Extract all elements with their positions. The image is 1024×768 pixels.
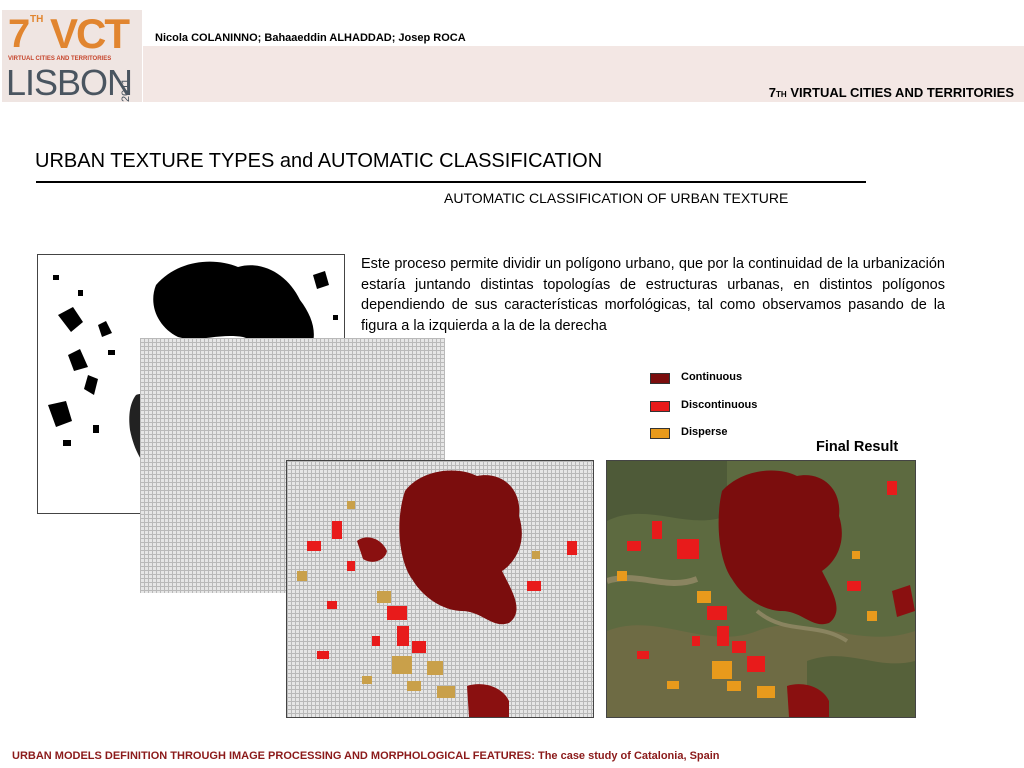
logo-number: 7 [8, 12, 30, 56]
title-divider [36, 181, 866, 183]
authors: Nicola COLANINNO; Bahaaeddin ALHADDAD; J… [155, 32, 466, 44]
conference-number: 7 [768, 85, 777, 100]
legend-label-discontinuous: Discontinuous [681, 399, 758, 411]
conference-name: 7TH VIRTUAL CITIES AND TERRITORIES [769, 85, 1014, 100]
final-result-label: Final Result [816, 439, 899, 455]
legend-label-continuous: Continuous [681, 371, 743, 383]
conference-logo: 7 TH VCT VIRTUAL CITIES AND TERRITORIES … [2, 10, 142, 103]
body-paragraph: Este proceso permite dividir un polígono… [361, 256, 945, 334]
conference-title: VIRTUAL CITIES AND TERRITORIES [790, 85, 1014, 100]
classified-texture-map [286, 460, 594, 718]
final-result-map-graphic [607, 461, 915, 717]
conference-ordinal: TH [776, 90, 787, 99]
logo-year: 2011 [120, 78, 132, 102]
classified-texture-map-graphic [297, 470, 577, 717]
legend-swatch-discontinuous [650, 401, 670, 412]
legend-swatch-disperse [650, 428, 670, 439]
legend-swatch-continuous [650, 373, 670, 384]
footer-title: URBAN MODELS DEFINITION THROUGH IMAGE PR… [12, 750, 720, 762]
final-result-map [606, 460, 916, 718]
logo-ordinal: TH [30, 14, 44, 25]
page-subtitle: AUTOMATIC CLASSIFICATION OF URBAN TEXTUR… [444, 190, 789, 206]
legend-label-disperse: Disperse [681, 426, 728, 438]
page-title: URBAN TEXTURE TYPES and AUTOMATIC CLASSI… [35, 150, 603, 172]
logo-acronym: VCT [50, 10, 130, 57]
logo-city: LISBON [6, 62, 133, 103]
